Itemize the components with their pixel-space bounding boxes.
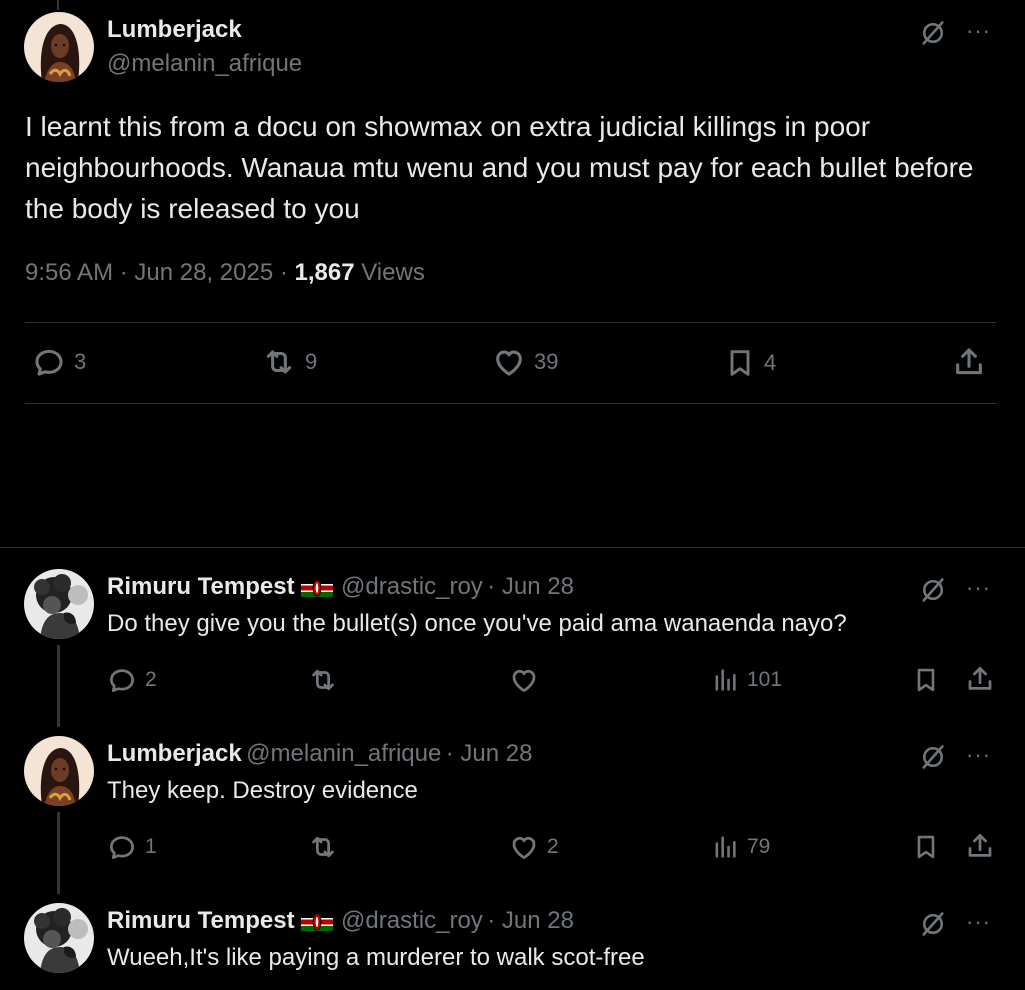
repost-button[interactable]: 9 [261,345,317,379]
share-icon [965,664,995,694]
author-handle[interactable]: @melanin_afrique [107,50,302,78]
reply-icon [107,665,137,695]
bookmark-icon [912,665,940,695]
thread-line [57,645,60,727]
views-icon [711,665,739,695]
reply-count: 1 [145,835,157,858]
views-label: Views [354,259,425,286]
grok-icon[interactable] [917,574,949,606]
reply-count: 2 [145,668,157,691]
bookmark-icon [724,345,756,381]
more-options-icon[interactable]: ··· [966,577,991,599]
reply-date[interactable]: · Jun 28 [487,573,574,600]
reply-text: They keep. Destroy evidence [107,777,418,804]
repost-button[interactable] [307,832,339,862]
more-options-icon[interactable]: ··· [966,20,991,42]
author-name[interactable]: Lumberjack [107,740,242,767]
bookmark-count: 4 [764,350,777,375]
reply-icon [32,345,66,379]
share-icon [952,345,986,379]
repost-icon [307,665,339,695]
share-button[interactable] [952,345,986,379]
like-count: 39 [534,349,559,374]
reply-date[interactable]: · Jun 28 [446,740,533,767]
more-options-icon[interactable]: ··· [966,744,991,766]
avatar[interactable] [24,736,94,806]
author-name[interactable]: Rimuru Tempest [107,573,295,600]
kenya-flag-icon [301,913,333,931]
divider [25,322,996,323]
thread-line [57,812,60,894]
tweet-timestamp[interactable]: 9:56 AM · Jun 28, 2025 · [25,259,295,286]
like-count: 2 [547,835,559,858]
heart-icon [509,832,539,862]
heart-icon [492,345,526,379]
like-button[interactable]: 39 [492,345,558,379]
author-handle[interactable]: @drastic_roy [341,573,483,600]
bookmark-icon [912,832,940,862]
grok-icon[interactable] [917,908,949,940]
repost-count: 9 [305,349,318,374]
heart-icon [509,665,539,695]
tweet-meta: 9:56 AM · Jun 28, 2025 · 1,867 Views [25,259,425,287]
views-icon [711,832,739,862]
thread-connector-top [57,0,59,10]
share-button[interactable] [965,831,995,861]
grok-icon[interactable] [917,741,949,773]
avatar[interactable] [24,903,94,973]
divider [25,403,996,404]
author-handle[interactable]: @drastic_roy [341,907,483,934]
kenya-flag-icon [301,579,333,597]
reply-header: Rimuru Tempest @drastic_roy · Jun 28 [107,907,574,935]
avatar[interactable] [24,12,94,82]
repost-icon [261,345,297,379]
grok-icon[interactable] [917,17,949,49]
like-button[interactable]: 2 [509,832,559,862]
repost-button[interactable] [307,665,339,695]
reply-text: Do they give you the bullet(s) once you'… [107,610,847,637]
views-button[interactable]: 79 [711,832,770,862]
like-button[interactable] [509,665,539,695]
reply-count: 3 [74,349,87,374]
repost-icon [307,832,339,862]
views-count[interactable]: 1,867 [295,259,355,286]
reply-button[interactable]: 1 [107,832,157,862]
avatar[interactable] [24,569,94,639]
reply-text: Wueeh,It's like paying a murderer to wal… [107,944,645,971]
reply-button[interactable]: 2 [107,665,157,695]
author-name[interactable]: Lumberjack [107,16,242,44]
views-button[interactable]: 101 [711,665,782,695]
bookmark-button[interactable]: 4 [724,345,776,381]
bookmark-button[interactable] [912,665,940,695]
reply-icon [107,832,137,862]
share-icon [965,831,995,861]
section-divider [0,547,1025,548]
bookmark-button[interactable] [912,832,940,862]
reply-date[interactable]: · Jun 28 [487,907,574,934]
views-count: 79 [747,835,771,858]
author-handle[interactable]: @melanin_afrique [246,740,441,767]
more-options-icon[interactable]: ··· [966,911,991,933]
reply-button[interactable]: 3 [32,345,86,379]
reply-header: Rimuru Tempest @drastic_roy · Jun 28 [107,573,574,601]
author-name[interactable]: Rimuru Tempest [107,907,295,934]
reply-header: Lumberjack @melanin_afrique · Jun 28 [107,740,532,768]
views-count: 101 [747,668,783,691]
share-button[interactable] [965,664,995,694]
tweet-text: I learnt this from a docu on showmax on … [25,111,974,224]
